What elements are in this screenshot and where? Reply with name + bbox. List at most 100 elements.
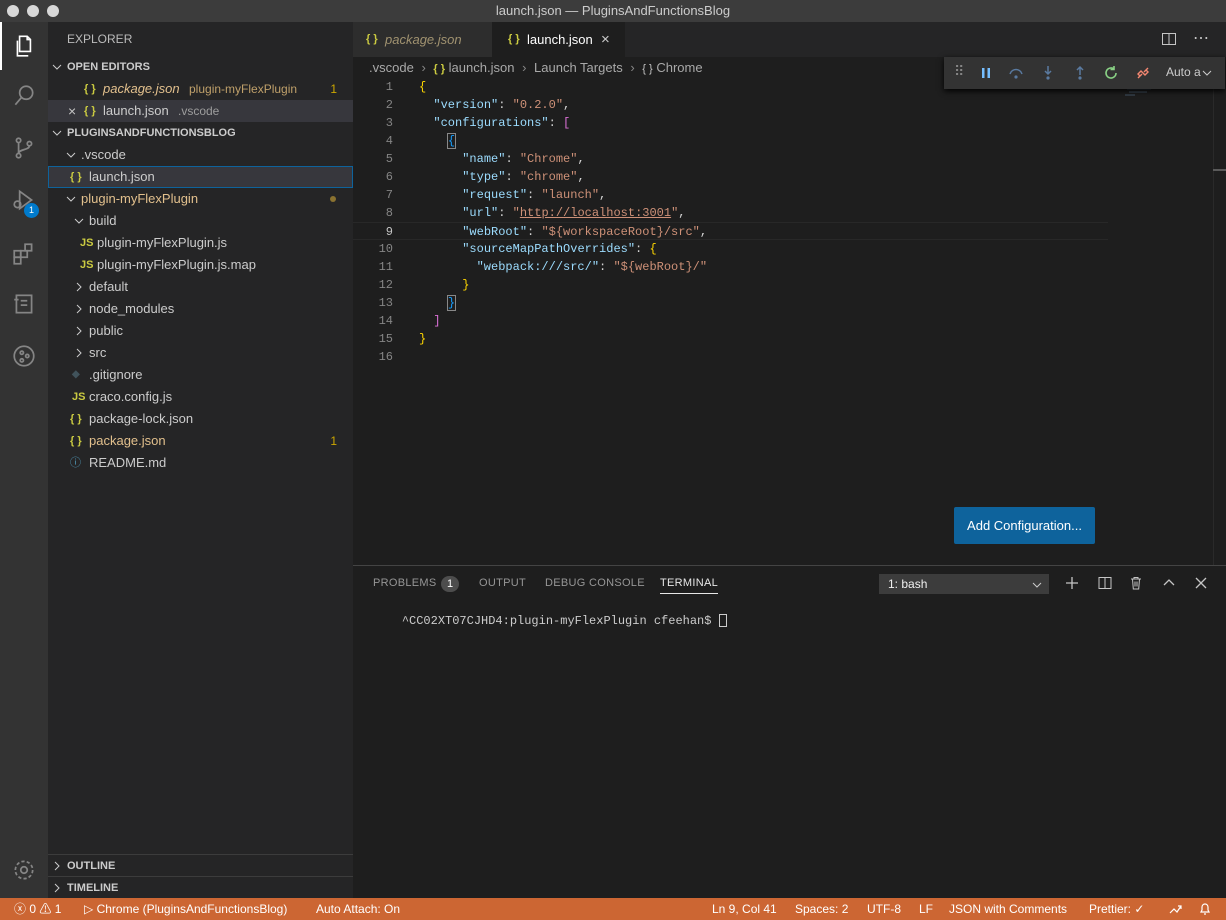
tree-file-plugin-js-map[interactable]: JS plugin-myFlexPlugin.js.map [48, 254, 353, 276]
restart-icon[interactable] [1103, 65, 1119, 81]
tree-folder-public[interactable]: public [48, 320, 353, 342]
prettier-status[interactable]: Prettier: ✓ [1089, 898, 1144, 920]
breadcrumb-file[interactable]: launch.json [449, 60, 515, 75]
encoding-status[interactable]: UTF-8 [867, 898, 901, 920]
tree-file-plugin-js[interactable]: JS plugin-myFlexPlugin.js [48, 232, 353, 254]
tree-file-readme[interactable]: ⓘ README.md [48, 452, 353, 474]
maximize-panel-icon[interactable] [1162, 576, 1176, 590]
tree-file-launch-json[interactable]: { } launch.json [48, 166, 353, 188]
tree-file-package-lock[interactable]: { } package-lock.json [48, 408, 353, 430]
split-editor-icon[interactable] [1161, 31, 1177, 47]
warning-icon: ⚠ [39, 902, 52, 916]
source-control-icon[interactable] [0, 124, 48, 172]
chevron-down-icon [1032, 582, 1042, 588]
terminal-select[interactable]: 1: bash [879, 574, 1049, 594]
tab-terminal[interactable]: TERMINAL [660, 577, 719, 594]
disconnect-icon[interactable] [1135, 65, 1151, 81]
cursor-position-status[interactable]: Ln 9, Col 41 [712, 898, 777, 920]
project-section[interactable]: PLUGINSANDFUNCTIONSBLOG [48, 122, 353, 144]
step-out-icon[interactable] [1072, 65, 1088, 81]
tree-label: src [89, 345, 107, 360]
open-editor-detail: .vscode [178, 104, 220, 118]
settings-gear-icon[interactable] [0, 846, 48, 894]
scrollbar-track[interactable] [1213, 57, 1214, 565]
explorer-title: EXPLORER [67, 32, 133, 46]
tree-folder-src[interactable]: src [48, 342, 353, 364]
eol-status[interactable]: LF [919, 898, 933, 920]
tree-file-gitignore[interactable]: ◆ .gitignore [48, 364, 353, 386]
extensions-icon[interactable] [0, 230, 48, 278]
pause-icon[interactable] [978, 65, 994, 81]
code-editor[interactable]: 1{ 2 "version": "0.2.0", 3 "configuratio… [353, 78, 1226, 366]
tree-folder-default[interactable]: default [48, 276, 353, 298]
run-debug-icon[interactable]: 1 [0, 176, 48, 224]
breadcrumb-array[interactable]: Launch Targets [534, 60, 623, 75]
code-line: 2 "version": "0.2.0", [385, 98, 571, 112]
problems-status[interactable]: ⓧ 0 ⚠ 1 [14, 898, 61, 920]
close-window-button[interactable] [7, 5, 19, 17]
live-share-icon[interactable] [1168, 902, 1182, 916]
add-configuration-button[interactable]: Add Configuration... [954, 507, 1095, 544]
minimize-window-button[interactable] [27, 5, 39, 17]
tree-file-package-json[interactable]: { } package.json 1 [48, 430, 353, 452]
open-editor-package-json[interactable]: { } package.json plugin-myFlexPlugin 1 [48, 78, 353, 100]
indentation-status[interactable]: Spaces: 2 [795, 898, 848, 920]
tab-output[interactable]: OUTPUT [479, 577, 526, 589]
explorer-icon[interactable] [0, 22, 48, 70]
notifications-bell-icon[interactable] [1198, 902, 1212, 916]
close-icon[interactable]: × [601, 22, 610, 57]
step-into-icon[interactable] [1040, 65, 1056, 81]
language-mode-status[interactable]: JSON with Comments [949, 898, 1067, 920]
chevron-down-icon [52, 130, 62, 136]
close-icon[interactable]: × [68, 100, 76, 122]
chevron-down-icon [1202, 70, 1212, 76]
trash-icon[interactable] [1129, 576, 1143, 590]
terminal-select-value: 1: bash [888, 577, 928, 591]
terminal-prompt: ^CC02XT07CJHD4:plugin-myFlexPlugin cfeeh… [401, 614, 719, 628]
terminal-output[interactable]: ^CC02XT07CJHD4:plugin-myFlexPlugin cfeeh… [373, 600, 727, 642]
debug-config-select[interactable]: Auto a [1166, 65, 1201, 79]
split-terminal-icon[interactable] [1098, 576, 1112, 590]
chevron-down-icon [52, 64, 62, 70]
breadcrumb-folder[interactable]: .vscode [369, 60, 414, 75]
new-terminal-icon[interactable] [1065, 576, 1079, 590]
debug-target-label: Chrome (PluginsAndFunctionsBlog) [96, 902, 288, 916]
git-file-icon: ◆ [72, 369, 80, 380]
code-line: 11 "webpack:///src/": "${webRoot}/" [378, 260, 708, 274]
tree-folder-node-modules[interactable]: node_modules [48, 298, 353, 320]
error-count: 0 [29, 902, 37, 916]
code-line: 5 "name": "Chrome", [385, 152, 585, 166]
tab-problems[interactable]: PROBLEMS [373, 577, 437, 589]
json-file-icon: { } [433, 63, 446, 75]
status-bar: ⓧ 0 ⚠ 1 ▷ Chrome (PluginsAndFunctionsBlo… [0, 898, 1226, 920]
tree-folder-vscode[interactable]: .vscode [48, 144, 353, 166]
tree-folder-plugin[interactable]: plugin-myFlexPlugin [48, 188, 353, 210]
remote-explorer-icon[interactable] [0, 280, 48, 328]
more-actions-icon[interactable]: ⋯ [1191, 28, 1211, 48]
code-line: 14 ] [378, 314, 441, 328]
terminal-cursor [718, 614, 727, 628]
drag-handle-icon[interactable]: ⠿ [954, 63, 964, 80]
debug-target-status[interactable]: ▷ Chrome (PluginsAndFunctionsBlog) [84, 898, 287, 920]
tree-folder-build[interactable]: build [48, 210, 353, 232]
git-lens-icon[interactable] [0, 332, 48, 380]
tree-file-craco-config[interactable]: JS craco.config.js [48, 386, 353, 408]
auto-attach-status[interactable]: Auto Attach: On [316, 898, 400, 920]
json-file-icon: { } [366, 33, 378, 45]
play-icon: ▷ [84, 902, 94, 916]
activity-bar: 1 [0, 22, 48, 898]
timeline-section[interactable]: TIMELINE [48, 876, 353, 898]
tab-package-json[interactable]: { } package.json [353, 22, 492, 57]
close-panel-icon[interactable] [1194, 576, 1208, 590]
tab-debug-console[interactable]: DEBUG CONSOLE [545, 577, 645, 589]
zoom-window-button[interactable] [47, 5, 59, 17]
search-icon[interactable] [0, 72, 48, 120]
step-over-icon[interactable] [1008, 65, 1024, 81]
chevron-down-icon [66, 196, 76, 202]
open-editors-section[interactable]: OPEN EDITORS [48, 56, 353, 78]
chevron-right-icon [54, 883, 60, 893]
tab-launch-json[interactable]: { } launch.json × [492, 22, 625, 57]
open-editor-launch-json[interactable]: × { } launch.json .vscode [48, 100, 353, 122]
breadcrumb-symbol[interactable]: Chrome [656, 60, 702, 75]
outline-section[interactable]: OUTLINE [48, 854, 353, 876]
